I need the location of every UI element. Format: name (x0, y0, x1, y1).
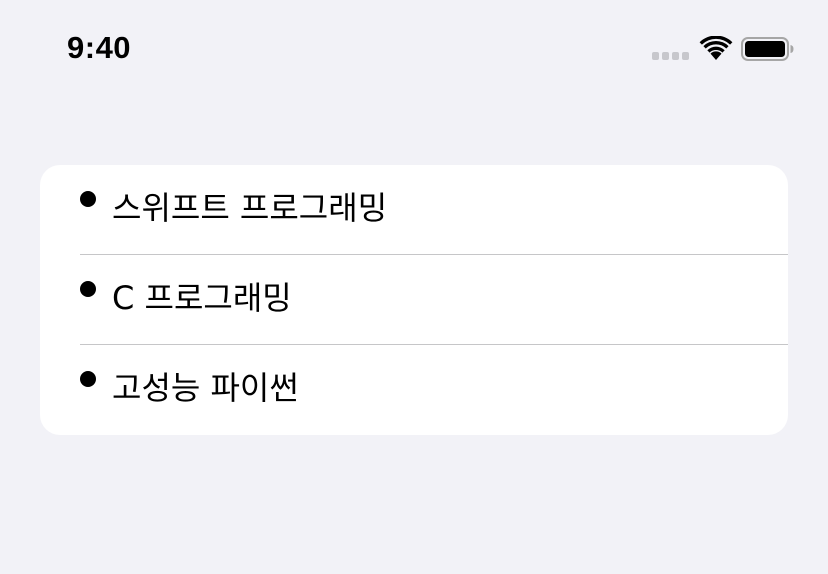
list-item-label: C 프로그래밍 (112, 279, 292, 317)
list-item[interactable]: 고성능 파이썬 (40, 345, 788, 435)
bullet-icon (80, 191, 96, 207)
list-item-label: 스위프트 프로그래밍 (112, 189, 388, 227)
status-time: 9:40 (67, 30, 132, 65)
wifi-icon (699, 35, 733, 62)
status-bar: 9:40 (0, 0, 828, 96)
list-item[interactable]: C 프로그래밍 (40, 255, 788, 345)
course-list: 스위프트 프로그래밍 C 프로그래밍 고성능 파이썬 (40, 165, 788, 435)
list-item-label: 고성능 파이썬 (112, 369, 299, 407)
bullet-icon (80, 371, 96, 387)
list-item[interactable]: 스위프트 프로그래밍 (40, 165, 788, 255)
cellular-signal-icon (652, 52, 690, 60)
battery-icon (741, 37, 795, 61)
bullet-icon (80, 281, 96, 297)
